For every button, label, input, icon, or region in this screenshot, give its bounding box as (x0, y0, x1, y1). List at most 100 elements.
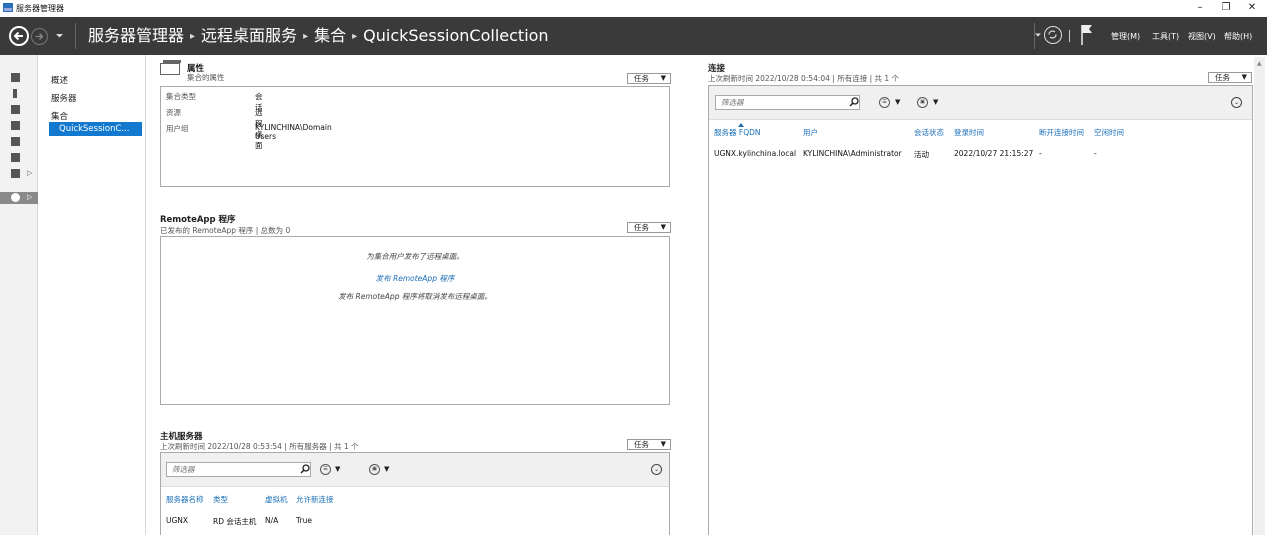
window-title: 服务器管理器 (16, 4, 64, 13)
property-row: 用户组 KYLINCHINA\Domain Users (166, 123, 332, 141)
cell-server-name: UGNX (166, 516, 189, 525)
vertical-scrollbar[interactable] (1254, 57, 1265, 535)
connections-subtitle: 上次刷新时间 2022/10/28 0:54:04 | 所有连接 | 共 1 个 (708, 74, 900, 83)
column-session-state[interactable]: 会话状态 (914, 127, 944, 138)
publish-remoteapp-link[interactable]: 发布 RemoteApp 程序 (161, 273, 669, 284)
notifications-flag-icon[interactable] (1080, 24, 1094, 46)
remoteapp-warning: 发布 RemoteApp 程序将取消发布远程桌面。 (338, 292, 492, 301)
dropdown-icon[interactable]: ▼ (895, 98, 900, 106)
column-vm[interactable]: 虚拟机 (265, 494, 288, 505)
hosts-subtitle: 上次刷新时间 2022/10/28 0:53:54 | 所有服务器 | 共 1 … (160, 442, 359, 451)
property-key: 资源 (166, 108, 181, 117)
expand-icon[interactable]: ⌄ (1231, 97, 1242, 108)
remoteapp-subtitle: 已发布的 RemoteApp 程序 | 总数为 0 (160, 226, 291, 235)
nav-servers[interactable]: 服务器 (51, 92, 77, 104)
search-icon[interactable] (849, 97, 859, 107)
rail-dns[interactable] (0, 136, 38, 148)
dropdown-icon[interactable]: ▼ (384, 465, 389, 473)
column-user[interactable]: 用户 (803, 127, 818, 138)
connections-tasks-button[interactable]: 任务 ▼ (1208, 72, 1252, 83)
search-icon[interactable] (300, 464, 310, 474)
remoteapp-tasks-button[interactable]: 任务 ▼ (627, 222, 671, 233)
remoteapp-info: 为集合用户发布了远程桌面。 (366, 252, 464, 261)
breadcrumb: 服务器管理器 ▸ 远程桌面服务 ▸ 集合 ▸ QuickSessionCollection (75, 23, 1035, 49)
rail-all-servers[interactable] (0, 104, 38, 116)
cell-server-fqdn: UGNX.kylinchina.local (714, 149, 797, 158)
rail-file-storage[interactable] (0, 152, 38, 164)
history-dropdown-icon[interactable] (55, 31, 64, 40)
rail-remote-desktop[interactable]: ▷ (0, 192, 38, 204)
cell-user: KYLINCHINA\Administrator (803, 149, 902, 158)
tasks-label: 任务 (1215, 73, 1230, 82)
rail-iis[interactable]: ▷ (0, 168, 38, 180)
dropdown-icon: ▼ (660, 440, 666, 448)
property-row: 资源 远程桌面 (166, 107, 263, 150)
property-key: 集合类型 (166, 92, 196, 101)
column-idle-time[interactable]: 空闲时间 (1094, 127, 1124, 138)
cell-logon-time: 2022/10/27 21:15:27 (954, 149, 1034, 158)
list-options-icon[interactable]: ☰ (879, 97, 890, 108)
navigation-pane: 概述 服务器 集合 QuickSessionC... (38, 55, 146, 535)
rail-ad-ds[interactable] (0, 120, 38, 132)
dropdown-icon: ▼ (660, 74, 666, 82)
save-query-icon[interactable]: ▣ (917, 97, 928, 108)
icon-rail: ▷ ▷ (0, 55, 38, 535)
hosts-panel: 筛选器 ☰ ▼ ▣ ▼ ⌄ 服务器名称 类型 虚拟机 允许新连接 UGNX RD… (160, 452, 670, 535)
properties-tasks-button[interactable]: 任务 ▼ (627, 73, 671, 84)
header-divider (1069, 30, 1070, 42)
column-allow-new[interactable]: 允许新连接 (296, 494, 334, 505)
expand-arrow-icon: ▷ (27, 193, 33, 201)
column-server-fqdn[interactable]: 服务器 FQDN (714, 127, 761, 138)
column-logon-time[interactable]: 登录时间 (954, 127, 984, 138)
restore-button[interactable]: ❐ (1213, 0, 1239, 16)
hosts-filter-bar: 筛选器 ☰ ▼ ▣ ▼ ⌄ (161, 453, 669, 487)
navigation-header: 服务器管理器 ▸ 远程桌面服务 ▸ 集合 ▸ QuickSessionCollection … (0, 17, 1267, 55)
connections-filter-input[interactable]: 筛选器 (715, 95, 860, 110)
dns-icon (11, 137, 20, 146)
nav-collections[interactable]: 集合 (51, 110, 68, 122)
menu-help[interactable]: 帮助(H) (1224, 31, 1252, 42)
expand-arrow-icon: ▷ (27, 169, 33, 177)
remoteapp-title: RemoteApp 程序 (160, 215, 236, 225)
dropdown-icon: ▼ (1241, 73, 1247, 81)
breadcrumb-rds[interactable]: 远程桌面服务 (201, 26, 297, 45)
arrow-right-icon (35, 33, 44, 40)
breadcrumb-collections[interactable]: 集合 (314, 26, 346, 45)
menu-view[interactable]: 视图(V) (1188, 31, 1216, 42)
minimize-button[interactable]: – (1187, 0, 1213, 16)
servers-icon (11, 105, 20, 114)
connections-panel: 筛选器 ☰ ▼ ▣ ▼ ⌄ 服务器 FQDN 用户 会话状态 登录时间 断开连接… (708, 85, 1253, 535)
dropdown-icon[interactable]: ▼ (933, 98, 938, 106)
hosts-filter-input[interactable]: 筛选器 (166, 462, 311, 477)
column-disconnect-time[interactable]: 断开连接时间 (1039, 127, 1084, 138)
cell-session-state: 活动 (914, 150, 929, 159)
rail-local-server[interactable] (0, 88, 38, 100)
nav-overview[interactable]: 概述 (51, 74, 68, 86)
menu-manage[interactable]: 管理(M) (1111, 31, 1140, 42)
breadcrumb-server-manager[interactable]: 服务器管理器 (88, 26, 184, 45)
nav-quick-session-collection[interactable]: QuickSessionC... (49, 122, 142, 136)
dropdown-icon[interactable]: ▼ (335, 465, 340, 473)
list-options-icon[interactable]: ☰ (320, 464, 331, 475)
column-type[interactable]: 类型 (213, 494, 228, 505)
arrow-left-icon (13, 31, 23, 41)
save-query-icon[interactable]: ▣ (369, 464, 380, 475)
hosts-tasks-button[interactable]: 任务 ▼ (627, 439, 671, 450)
directory-icon (11, 121, 20, 130)
scroll-up-icon[interactable]: ▲ (1257, 60, 1262, 67)
file-storage-icon (11, 153, 20, 162)
dropdown-icon: ▼ (660, 223, 666, 231)
menu-tools[interactable]: 工具(T) (1152, 31, 1179, 42)
rail-dashboard[interactable] (0, 72, 38, 84)
properties-panel: 集合类型 会话 资源 远程桌面 用户组 KYLINCHINA\Domain Users (160, 86, 670, 187)
forward-button[interactable] (31, 28, 48, 45)
tasks-label: 任务 (634, 223, 649, 232)
refresh-icon[interactable] (1044, 26, 1062, 44)
back-button[interactable] (9, 26, 29, 46)
column-server-name[interactable]: 服务器名称 (166, 494, 204, 505)
breadcrumb-dropdown-icon[interactable] (1034, 31, 1042, 39)
breadcrumb-separator: ▸ (190, 31, 196, 42)
property-value: KYLINCHINA\Domain Users (255, 123, 332, 141)
expand-icon[interactable]: ⌄ (651, 464, 662, 475)
close-button[interactable]: ✕ (1239, 0, 1265, 16)
